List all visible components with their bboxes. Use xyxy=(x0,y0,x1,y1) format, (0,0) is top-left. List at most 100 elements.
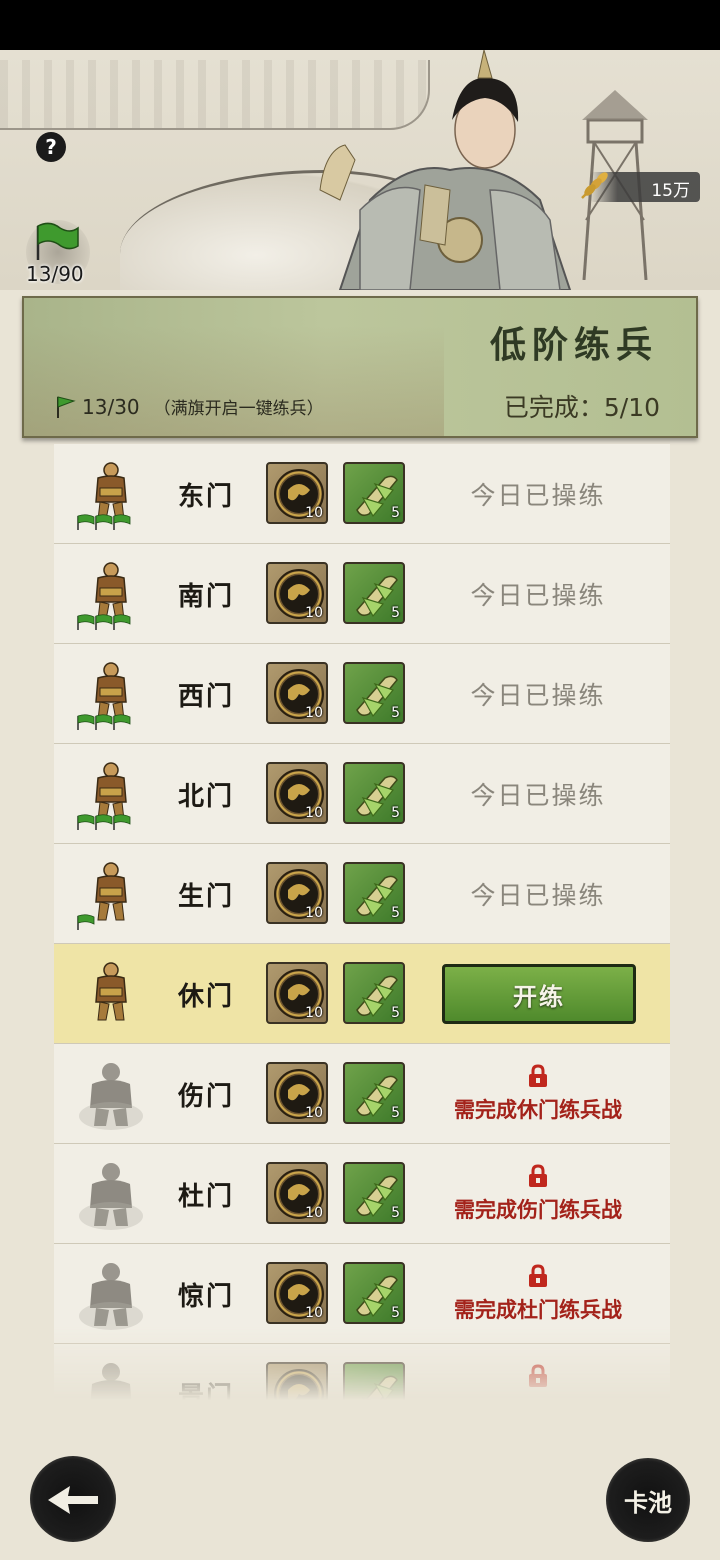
coin-reward[interactable]: 10 xyxy=(266,662,328,724)
soldier-avatar xyxy=(79,1263,143,1330)
scroll-reward[interactable]: 5 xyxy=(343,662,405,724)
gate-row[interactable]: 南门 10 5 今日已操练 xyxy=(54,544,670,644)
scroll-quantity: 5 xyxy=(391,605,400,621)
flag-progress-hint: （满旗开启一键练兵） xyxy=(153,399,324,419)
gate-name: 南门 xyxy=(178,582,235,612)
gate-name: 景门 xyxy=(178,1382,235,1400)
gate-row[interactable]: 杜门 10 5 需完成伤门练兵战 xyxy=(54,1144,670,1244)
coin-reward[interactable]: 10 xyxy=(266,1362,328,1400)
gate-name: 杜门 xyxy=(178,1182,235,1212)
trained-today-status: 今日已操练 xyxy=(470,481,606,510)
coin-quantity: 10 xyxy=(305,1305,323,1321)
unlock-requirement: 需完成休门练兵战 xyxy=(454,1097,622,1122)
scroll-quantity: 5 xyxy=(391,705,400,721)
gate-list[interactable]: 东门 10 5 今日已操练 南门 10 5 今日已操练 西门 10 5 今日已操… xyxy=(54,444,670,1400)
coin-reward[interactable]: 10 xyxy=(266,462,328,524)
grain-resource: 15万 xyxy=(581,172,700,202)
completed-count: 已完成：5/10 xyxy=(503,393,660,422)
banner-title: 低阶练兵 xyxy=(489,324,658,366)
gate-row[interactable]: 生门 10 5 今日已操练 xyxy=(54,844,670,944)
soldier-avatar xyxy=(79,1163,143,1230)
soldier-avatar xyxy=(77,462,131,530)
coin-reward[interactable]: 10 xyxy=(266,862,328,924)
scroll-reward[interactable]: 5 xyxy=(343,962,405,1024)
coin-reward[interactable]: 10 xyxy=(266,962,328,1024)
scroll-reward[interactable]: 5 xyxy=(343,762,405,824)
back-arrow-icon xyxy=(48,1486,98,1514)
coin-quantity: 10 xyxy=(305,1105,323,1121)
unlock-requirement: 需完成杜门练兵战 xyxy=(454,1297,622,1322)
trained-today-status: 今日已操练 xyxy=(470,681,606,710)
training-banner: 低阶练兵 13/30 （满旗开启一键练兵） 已完成：5/10 xyxy=(22,296,698,438)
gate-row[interactable]: 惊门 10 5 需完成杜门练兵战 xyxy=(54,1244,670,1344)
coin-reward[interactable]: 10 xyxy=(266,1162,328,1224)
trained-today-status: 今日已操练 xyxy=(470,781,606,810)
soldier-avatar xyxy=(79,1063,143,1130)
wheat-icon xyxy=(581,172,608,199)
coin-icon xyxy=(274,1369,324,1400)
coin-reward[interactable]: 10 xyxy=(266,562,328,624)
soldier-avatar xyxy=(77,862,127,930)
scroll-reward[interactable]: 5 xyxy=(343,1062,405,1124)
scroll-reward[interactable]: 5 xyxy=(343,862,405,924)
coin-quantity: 10 xyxy=(305,705,323,721)
scroll-quantity: 5 xyxy=(391,1305,400,1321)
scroll-quantity: 5 xyxy=(391,1205,400,1221)
gate-row[interactable]: 西门 10 5 今日已操练 xyxy=(54,644,670,744)
locked-status: 需完成杜门练兵战 xyxy=(438,1264,638,1324)
lock-icon xyxy=(529,1264,547,1287)
scroll-quantity: 5 xyxy=(391,805,400,821)
gate-name: 西门 xyxy=(178,682,235,712)
card-pool-button[interactable]: 卡池 xyxy=(606,1458,690,1542)
scroll-reward[interactable]: 5 xyxy=(343,562,405,624)
coin-quantity: 10 xyxy=(305,1005,323,1021)
gate-row[interactable]: 景门 10 5 xyxy=(54,1344,670,1400)
gate-row[interactable]: 休门 10 5 开练 xyxy=(54,944,670,1044)
scroll-quantity: 5 xyxy=(391,1105,400,1121)
lock-icon xyxy=(529,1064,547,1087)
gate-name: 生门 xyxy=(178,882,235,912)
gate-name: 北门 xyxy=(178,782,235,812)
scroll-reward[interactable]: 5 xyxy=(343,1162,405,1224)
scroll-reward[interactable]: 5 xyxy=(343,462,405,524)
soldier-avatar xyxy=(95,962,127,1021)
scroll-icon xyxy=(361,1375,398,1400)
trained-today-status: 今日已操练 xyxy=(470,881,606,910)
scroll-reward[interactable]: 5 xyxy=(343,1362,405,1400)
soldier-avatar xyxy=(77,762,131,830)
gate-row[interactable]: 东门 10 5 今日已操练 xyxy=(54,444,670,544)
coin-reward[interactable]: 10 xyxy=(266,1062,328,1124)
locked-status: 需完成休门练兵战 xyxy=(438,1064,638,1124)
help-button[interactable]: ? xyxy=(36,132,66,162)
coin-quantity: 10 xyxy=(305,905,323,921)
coin-reward[interactable]: 10 xyxy=(266,762,328,824)
gate-name: 惊门 xyxy=(178,1282,235,1312)
gate-name: 伤门 xyxy=(178,1082,235,1112)
coin-quantity: 10 xyxy=(305,605,323,621)
gate-name: 休门 xyxy=(178,982,235,1012)
gate-name: 东门 xyxy=(178,482,235,512)
gate-row[interactable]: 伤门 10 5 需完成休门练兵战 xyxy=(54,1044,670,1144)
coin-quantity: 10 xyxy=(305,1205,323,1221)
scroll-quantity: 5 xyxy=(391,505,400,521)
scroll-quantity: 5 xyxy=(391,1005,400,1021)
scroll-reward[interactable]: 5 xyxy=(343,1262,405,1324)
start-training-button[interactable]: 开练 xyxy=(442,964,636,1024)
flag-counter: 13/90 xyxy=(22,220,102,290)
green-flag-icon xyxy=(36,222,79,260)
soldier-avatar xyxy=(77,562,131,630)
coin-reward[interactable]: 10 xyxy=(266,1262,328,1324)
scroll-quantity: 5 xyxy=(391,905,400,921)
back-button[interactable] xyxy=(30,1456,116,1542)
flag-progress-count: 13/30 xyxy=(82,394,140,419)
gate-row[interactable]: 北门 10 5 今日已操练 xyxy=(54,744,670,844)
flag-count: 13/90 xyxy=(26,262,84,286)
general-portrait xyxy=(319,50,572,290)
locked-status: 需完成伤门练兵战 xyxy=(438,1164,638,1224)
coin-quantity: 10 xyxy=(305,505,323,521)
unlock-requirement: 需完成伤门练兵战 xyxy=(454,1197,622,1222)
coin-quantity: 10 xyxy=(305,805,323,821)
small-flag-icon xyxy=(57,395,76,418)
soldier-avatar xyxy=(90,1363,132,1400)
lock-icon xyxy=(529,1364,547,1387)
